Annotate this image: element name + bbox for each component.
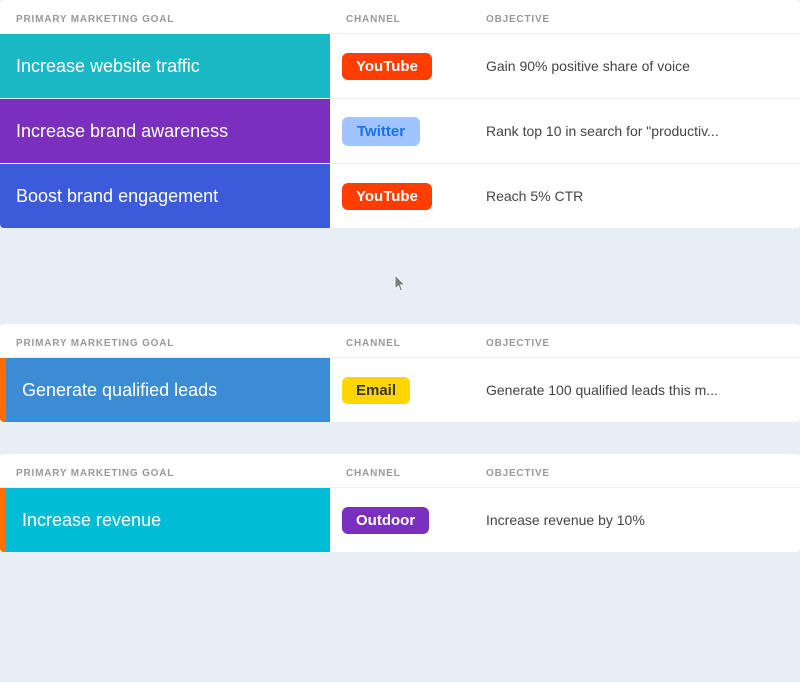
section-1: PRIMARY MARKETING GOALCHANNELOBJECTIVEIn…: [0, 0, 800, 228]
objective-cell: Reach 5% CTR: [470, 188, 800, 204]
header-goal: PRIMARY MARKETING GOAL: [16, 14, 346, 25]
cursor-icon: [393, 273, 407, 295]
objective-cell: Rank top 10 in search for "productiv...: [470, 123, 800, 139]
channel-cell: Outdoor: [330, 507, 470, 534]
goal-label: Increase website traffic: [0, 34, 330, 98]
channel-badge[interactable]: YouTube: [342, 53, 432, 80]
channel-badge[interactable]: Twitter: [342, 117, 420, 146]
goal-label: Increase revenue: [0, 488, 330, 552]
channel-badge[interactable]: Outdoor: [342, 507, 429, 534]
goal-label: Generate qualified leads: [0, 358, 330, 422]
objective-cell: Gain 90% positive share of voice: [470, 58, 800, 74]
header-channel: CHANNEL: [346, 338, 486, 349]
objective-cell: Increase revenue by 10%: [470, 512, 800, 528]
goal-cell: Increase revenue: [0, 488, 330, 552]
header-channel: CHANNEL: [346, 14, 486, 25]
table-row: Increase website traffic YouTube Gain 90% …: [0, 33, 800, 98]
goal-cell: Increase website traffic: [0, 34, 330, 98]
objective-cell: Generate 100 qualified leads this m...: [470, 382, 800, 398]
section-3: PRIMARY MARKETING GOALCHANNELOBJECTIVEIn…: [0, 454, 800, 552]
table-row: Boost brand engagement YouTube Reach 5% CT…: [0, 163, 800, 228]
goal-cell: Boost brand engagement: [0, 164, 330, 228]
accent-bar: [0, 358, 6, 422]
goal-cell: Generate qualified leads: [0, 358, 330, 422]
header-goal: PRIMARY MARKETING GOAL: [16, 468, 346, 479]
header-goal: PRIMARY MARKETING GOAL: [16, 338, 346, 349]
channel-cell: Email: [330, 377, 470, 404]
header-objective: OBJECTIVE: [486, 468, 784, 479]
table-row: Increase revenue Outdoor Increase revenue …: [0, 487, 800, 552]
goal-cell: Increase brand awareness: [0, 99, 330, 163]
mid-area: [0, 244, 800, 324]
table-header: PRIMARY MARKETING GOALCHANNELOBJECTIVE: [0, 454, 800, 487]
header-channel: CHANNEL: [346, 468, 486, 479]
table-row: Increase brand awareness Twitter Rank top …: [0, 98, 800, 163]
accent-bar: [0, 488, 6, 552]
channel-badge[interactable]: Email: [342, 377, 410, 404]
channel-badge[interactable]: YouTube: [342, 183, 432, 210]
section-2: PRIMARY MARKETING GOALCHANNELOBJECTIVEGe…: [0, 324, 800, 422]
channel-cell: Twitter: [330, 117, 470, 146]
table-header: PRIMARY MARKETING GOALCHANNELOBJECTIVE: [0, 0, 800, 33]
table-header: PRIMARY MARKETING GOALCHANNELOBJECTIVE: [0, 324, 800, 357]
header-objective: OBJECTIVE: [486, 14, 784, 25]
goal-label: Increase brand awareness: [0, 99, 330, 163]
spacer: [0, 438, 800, 454]
channel-cell: YouTube: [330, 183, 470, 210]
table-row: Generate qualified leads Email Generate 10…: [0, 357, 800, 422]
header-objective: OBJECTIVE: [486, 338, 784, 349]
goal-label: Boost brand engagement: [0, 164, 330, 228]
channel-cell: YouTube: [330, 53, 470, 80]
